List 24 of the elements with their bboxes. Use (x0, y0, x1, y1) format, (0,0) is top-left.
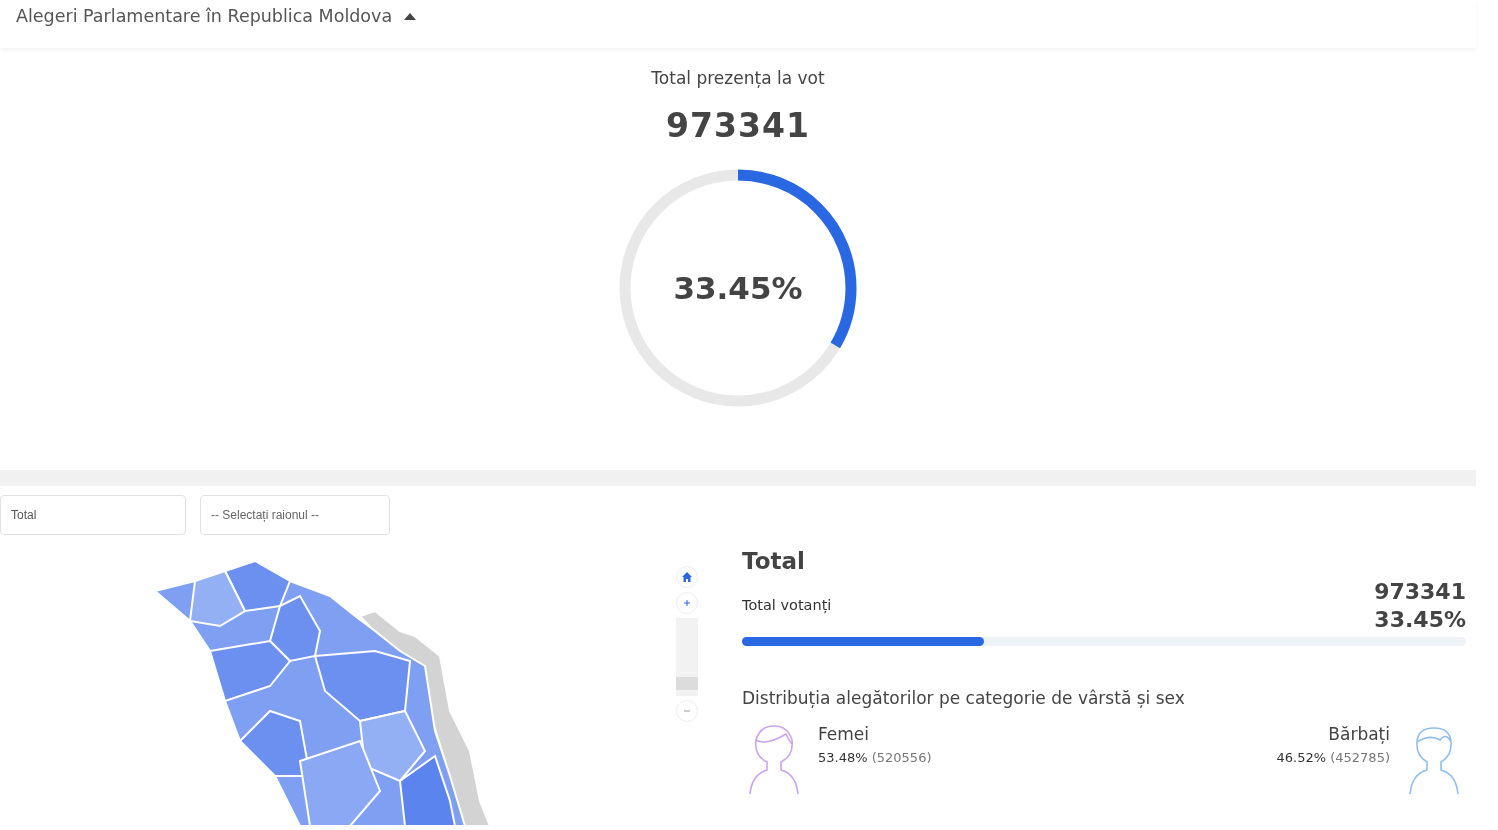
slider-handle[interactable] (676, 676, 698, 690)
zoom-slider[interactable] (676, 618, 698, 696)
turnout-title: Total prezența la vot (651, 68, 825, 88)
caret-icon[interactable] (404, 12, 417, 20)
gender-label: Femei (818, 724, 871, 744)
dashboard-title: Alegeri Parlamentare în Republica Moldova (16, 6, 393, 26)
home-button[interactable] (676, 566, 698, 588)
turnout-percent: 33.45% (673, 270, 803, 306)
voters-label: Total votanți (742, 597, 832, 613)
plus-icon (684, 600, 690, 606)
distribution-title: Distribuția alegătorilor pe categorie de vârstă și sex (742, 688, 1186, 708)
district-select[interactable]: -- Selectați raionul -- (200, 495, 390, 535)
voters-total: 973341 (1374, 578, 1466, 606)
gender-label: Bărbați (1328, 724, 1390, 744)
total-select[interactable]: Total (0, 495, 186, 535)
zoom-out-button[interactable] (676, 700, 698, 722)
home-icon (682, 572, 692, 582)
zoom-in-button[interactable] (676, 592, 698, 614)
voters-percent: 33.45% (1374, 606, 1466, 634)
turnout-total: 973341 (666, 106, 810, 145)
gender-share: 46.52% (452785) (1276, 750, 1390, 765)
gender-share: 53.48% (520556) (818, 750, 932, 765)
minus-icon (684, 710, 690, 712)
section-title: Total (742, 548, 806, 574)
